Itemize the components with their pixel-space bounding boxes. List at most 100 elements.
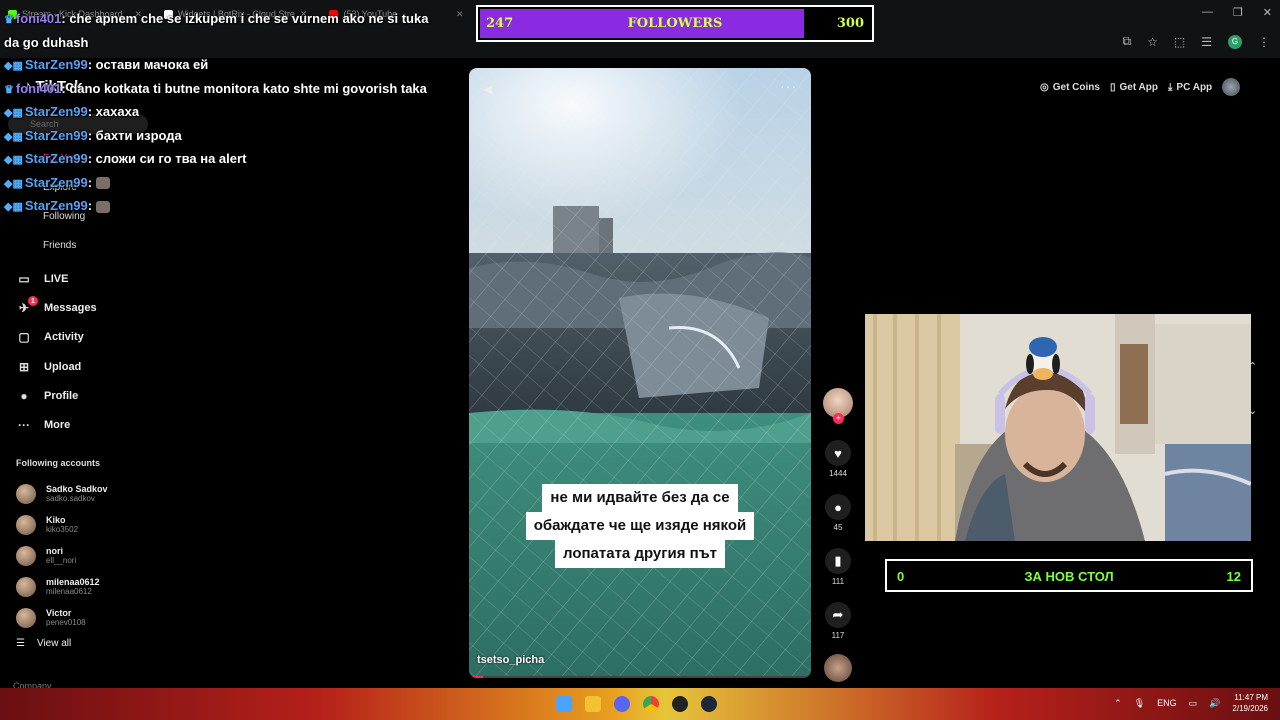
creator-avatar[interactable]: +	[823, 388, 853, 424]
chat-text: : che apnem che se izkupem i che se vurn…	[4, 11, 429, 50]
sidebar-item-upload[interactable]: ⊞ Upload	[0, 352, 160, 381]
download-icon: ⤓	[1168, 81, 1173, 93]
live-icon: ▭	[18, 271, 30, 286]
sidebar-item-live[interactable]: ▭ LIVE	[0, 264, 160, 293]
chat-text: : dano kotkata ti butne monitora kato sh…	[61, 80, 427, 96]
language-indicator[interactable]: ENG	[1157, 698, 1177, 708]
caption-line: лопатата другия път	[555, 540, 725, 568]
close-icon[interactable]: ✕	[1263, 6, 1272, 19]
like-count: 1444	[829, 469, 847, 478]
chat-message: ◆▦ StarZen99:	[4, 172, 434, 196]
share-button[interactable]: ➦ 117	[820, 602, 856, 640]
account-handle: penev0108	[46, 617, 86, 627]
chat-emote-icon	[95, 177, 110, 190]
window-controls: — ❐ ✕	[1202, 6, 1272, 19]
monitor-icon[interactable]: ▭	[1189, 698, 1198, 709]
following-account[interactable]: Sadko Sadkov sadko.sadkov	[16, 478, 156, 509]
clock[interactable]: 11:47 PM 2/19/2026	[1232, 692, 1268, 714]
following-account[interactable]: Victor penev0108	[16, 602, 156, 633]
notification-badge: 1	[28, 296, 38, 307]
sidebar-item-profile[interactable]: ● Profile	[0, 381, 160, 410]
following-account[interactable]: Kiko kiko3502	[16, 509, 156, 540]
profile-avatar[interactable]: G	[1228, 34, 1242, 49]
chat-badge-icon: ◆▦	[4, 60, 23, 72]
heart-icon: ♥	[825, 440, 851, 466]
chat-text: : сложи си го тва на alert	[87, 151, 247, 166]
goal-label: ЗА НОВ СТОЛ	[1024, 569, 1114, 584]
chrome-icon[interactable]	[643, 696, 659, 712]
comment-button[interactable]: ● 45	[820, 494, 856, 532]
view-all-button[interactable]: ☰ View all	[16, 638, 71, 649]
donation-goal-bar: 0 ЗА НОВ СТОЛ 12	[885, 559, 1253, 592]
video-player[interactable]: ◀ ··· не ми идвайте без да се обаждате че…	[469, 68, 811, 678]
menu-kebab-icon[interactable]: ⋮	[1258, 35, 1270, 49]
goal-target: 12	[1226, 569, 1241, 584]
follow-plus-icon[interactable]: +	[833, 413, 844, 424]
share-count: 117	[831, 631, 845, 640]
microphone-icon[interactable]: 🎙	[1134, 698, 1145, 709]
comment-icon: ●	[825, 494, 851, 520]
scroll-up-icon[interactable]: ⌃	[1248, 345, 1257, 389]
tab-close-icon[interactable]: ✕	[456, 9, 464, 20]
chat-message: ◆▦ StarZen99: хахаха	[4, 101, 434, 125]
pc-app-button[interactable]: ⤓ PC App	[1168, 82, 1212, 93]
taskbar-apps	[556, 696, 717, 712]
chat-username: StarZen99	[24, 104, 88, 119]
following-account[interactable]: nori ell__nori	[16, 540, 156, 571]
discord-icon[interactable]	[614, 696, 630, 712]
video-progress-bar[interactable]	[469, 676, 811, 678]
chat-badge-icon: ◆▦	[4, 130, 23, 143]
mute-icon[interactable]: ◀	[483, 82, 492, 96]
account-name: Kiko	[46, 514, 66, 525]
chat-badge-icon: ◆▦	[4, 201, 23, 213]
more-icon: ···	[18, 418, 30, 433]
reading-list-icon[interactable]: ☰	[1201, 35, 1212, 49]
sidebar-item-messages[interactable]: ✈ 1 Messages	[0, 293, 160, 322]
account-name: Victor	[46, 607, 72, 618]
music-disc-icon[interactable]	[824, 654, 852, 682]
more-options-icon[interactable]: ···	[780, 78, 797, 94]
sidebar-item-label: More	[44, 419, 71, 432]
sidebar-item-label: Profile	[44, 389, 79, 402]
like-button[interactable]: ♥ 1444	[820, 440, 856, 478]
chat-message: ◆▦ StarZen99: сложи си го тва на alert	[4, 148, 434, 172]
account-handle: kiko3502	[46, 524, 79, 534]
scroll-arrows: ⌃ ⌄	[1248, 345, 1257, 433]
nav-friends[interactable]: Friends	[43, 240, 76, 251]
video-author[interactable]: tsetso_picha	[477, 654, 544, 666]
file-explorer-icon[interactable]	[585, 696, 601, 712]
steam-icon[interactable]	[701, 696, 717, 712]
volume-icon[interactable]: 🔊	[1209, 698, 1220, 709]
user-avatar[interactable]	[1222, 78, 1241, 96]
install-icon[interactable]: ⧉	[1123, 34, 1132, 49]
chat-badge-icon: ◆▦	[4, 177, 23, 190]
scroll-down-icon[interactable]: ⌄	[1248, 389, 1257, 433]
bookmark-icon: ▮	[825, 548, 851, 574]
sidebar-item-label: Activity	[44, 331, 84, 344]
chat-message: ◆▦ StarZen99: остави мачока ей	[4, 54, 434, 78]
save-button[interactable]: ▮ 111	[820, 548, 856, 586]
maximize-icon[interactable]: ❐	[1233, 6, 1243, 19]
phone-icon: ▯	[1109, 81, 1116, 93]
tray-chevron-icon[interactable]: ⌃	[1114, 698, 1122, 709]
profile-icon: ●	[20, 388, 28, 403]
chat-username: StarZen99	[24, 174, 88, 190]
activity-icon: ▢	[18, 330, 30, 345]
start-icon[interactable]	[556, 696, 572, 712]
obs-icon[interactable]	[672, 696, 688, 712]
minimize-icon[interactable]: —	[1202, 6, 1213, 19]
coin-icon: ◎	[1040, 81, 1049, 93]
sidebar-item-more[interactable]: ··· More	[0, 410, 160, 439]
get-app-button[interactable]: ▯ Get App	[1110, 82, 1158, 93]
following-account[interactable]: milenaa0612 milenaa0612	[16, 571, 156, 602]
chat-message: ♛ foni401: dano kotkata ti butne monitora…	[4, 78, 434, 102]
webcam-image	[865, 314, 1251, 541]
windows-taskbar: ⌃ 🎙 ENG ▭ 🔊 11:47 PM 2/19/2026	[0, 688, 1280, 720]
sidebar-item-activity[interactable]: ▢ Activity	[0, 323, 160, 352]
sidebar-item-label: Messages	[44, 301, 97, 314]
get-coins-button[interactable]: ◎ Get Coins	[1040, 82, 1100, 93]
chat-badge-icon: ♛	[4, 14, 14, 26]
browser-toolbar: ⧉ ☆ ⬚ ☰ G ⋮	[1123, 34, 1270, 49]
extensions-icon[interactable]: ⬚	[1174, 35, 1185, 49]
bookmark-star-icon[interactable]: ☆	[1147, 35, 1158, 49]
